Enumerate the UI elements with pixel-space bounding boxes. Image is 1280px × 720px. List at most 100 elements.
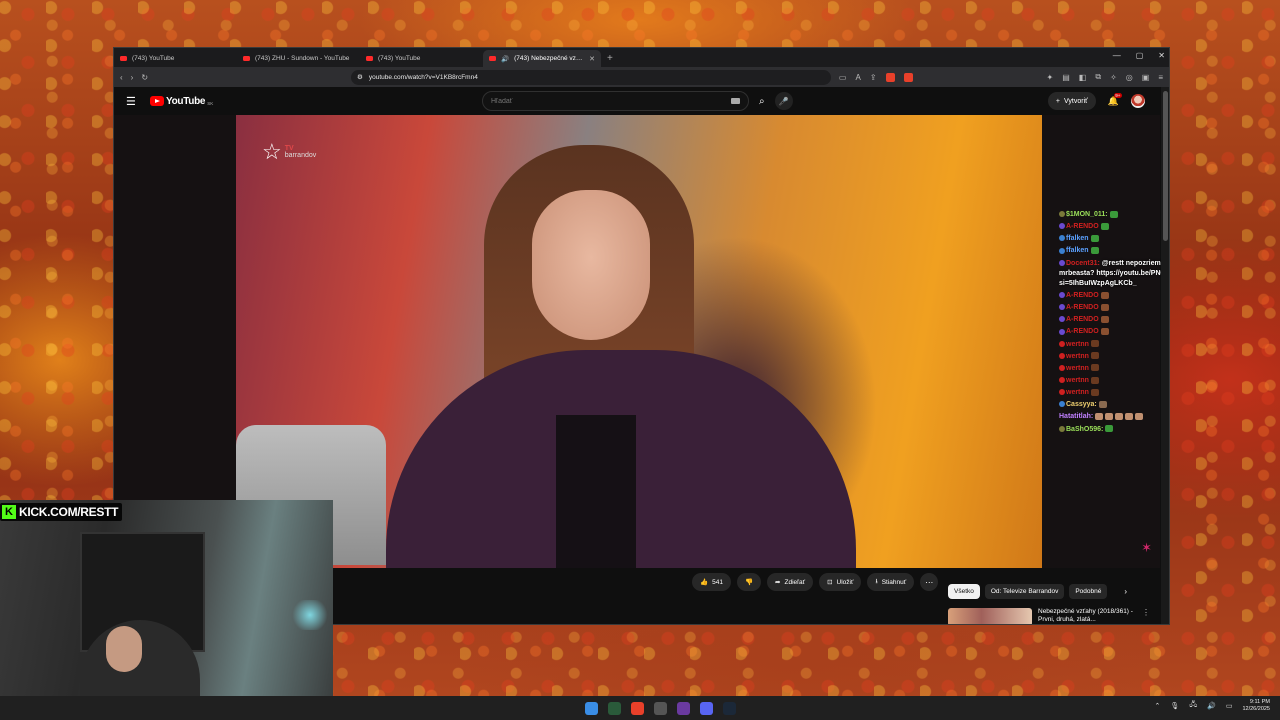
translate-icon[interactable]: A bbox=[855, 73, 860, 82]
vertical-more-icon[interactable]: ⋮ bbox=[1142, 608, 1150, 624]
download-label: Stiahnuť bbox=[881, 578, 907, 586]
screenshot-icon[interactable]: ⧉ bbox=[1095, 72, 1101, 82]
chat-username: ffalken bbox=[1066, 247, 1089, 255]
close-icon[interactable]: ✕ bbox=[1158, 51, 1165, 60]
clock[interactable]: 9:11 PM 12/26/2025 bbox=[1242, 699, 1270, 712]
youtube-favicon-icon bbox=[366, 56, 373, 61]
maximize-icon[interactable]: ▢ bbox=[1136, 51, 1144, 60]
chat-badge-icon bbox=[1059, 364, 1065, 371]
discord-app-icon[interactable] bbox=[699, 701, 713, 715]
chat-message: Docent31: @restt nepozrieme radšej novéh… bbox=[1059, 259, 1169, 291]
country-code: SK bbox=[207, 100, 214, 106]
chat-username: wertnn bbox=[1066, 376, 1089, 384]
extensions-icon[interactable]: ✦ bbox=[1047, 73, 1054, 82]
wallet-icon[interactable]: ▣ bbox=[1142, 73, 1150, 82]
bookmark-icon: ⊡ bbox=[827, 579, 833, 586]
search-input[interactable] bbox=[491, 97, 691, 105]
tab-youtube-1[interactable]: (743) YouTube bbox=[114, 50, 237, 67]
chat-message: A-RENDO bbox=[1059, 222, 1169, 234]
avatar[interactable] bbox=[1131, 94, 1145, 108]
chat-message: A-RENDO bbox=[1059, 303, 1169, 315]
toolbar-extensions: ▭ A ⇪ ✦ ▤ ◧ ⧉ ✧ ◎ ▣ ≡ bbox=[839, 72, 1163, 82]
obs-app-icon[interactable] bbox=[653, 701, 667, 715]
tab-active-video[interactable]: 🔊 (743) Nebezpečné vzťahy (20 ✕ bbox=[483, 50, 601, 67]
chat-emote-icon bbox=[1090, 364, 1099, 372]
tab-title: (743) Nebezpečné vzťahy (20 bbox=[514, 55, 584, 62]
scrollbar-thumb[interactable] bbox=[1163, 91, 1168, 241]
minimize-icon[interactable]: — bbox=[1113, 51, 1121, 60]
recommended-thumbnail[interactable] bbox=[948, 608, 1032, 624]
chat-message: wertnn bbox=[1059, 376, 1169, 388]
terminal-app-icon[interactable] bbox=[607, 701, 621, 715]
tray-chevron-icon[interactable]: ⌃ bbox=[1155, 702, 1161, 710]
brave-shields-icon[interactable] bbox=[885, 72, 895, 82]
chat-emote-icon bbox=[1135, 413, 1144, 421]
recommended-video[interactable]: Nebezpečné vzťahy (2018/361) - Prvni, dr… bbox=[948, 608, 1150, 624]
more-actions-button[interactable]: ⋯ bbox=[920, 573, 939, 591]
forward-icon[interactable]: › bbox=[131, 73, 134, 82]
webcam-lamp-glow bbox=[290, 600, 330, 630]
share-page-icon[interactable]: ⇪ bbox=[870, 73, 877, 82]
search-icon[interactable]: ⌕ bbox=[759, 96, 765, 107]
reading-list-icon[interactable]: ▤ bbox=[1062, 73, 1070, 82]
youtube-logo[interactable]: YouTube SK bbox=[150, 96, 213, 107]
download-button[interactable]: ⭳ Stiahnuť bbox=[867, 573, 915, 591]
tab-title: (743) YouTube bbox=[132, 55, 175, 62]
brave-browser-icon[interactable] bbox=[630, 701, 644, 715]
battery-icon[interactable]: ▭ bbox=[1226, 702, 1233, 710]
chat-username: Cassyya: bbox=[1066, 401, 1097, 409]
chevron-right-icon[interactable]: › bbox=[1124, 587, 1127, 596]
browser-menu-icon[interactable]: ≡ bbox=[1158, 73, 1163, 82]
window-controls: — ▢ ✕ bbox=[1113, 51, 1165, 60]
chip-related[interactable]: Podobné bbox=[1069, 584, 1108, 599]
plus-icon: + bbox=[1055, 97, 1061, 105]
back-icon[interactable]: ‹ bbox=[120, 73, 123, 82]
youtube-favicon-icon bbox=[489, 56, 496, 61]
chat-username: Docent31: bbox=[1066, 259, 1100, 267]
volume-icon[interactable]: 🔊 bbox=[1207, 702, 1216, 710]
page-scrollbar[interactable] bbox=[1161, 87, 1169, 624]
brave-rewards-icon[interactable] bbox=[903, 72, 913, 82]
chat-emote-icon bbox=[1090, 340, 1099, 348]
network-icon[interactable]: 🖧 bbox=[1189, 700, 1197, 711]
chip-channel[interactable]: Od: Televize Barrandov bbox=[984, 584, 1065, 599]
microphone-tray-icon[interactable]: 🎙 bbox=[1170, 702, 1179, 710]
cast-icon[interactable]: ▭ bbox=[839, 73, 847, 82]
youtube-wordmark: YouTube bbox=[166, 95, 206, 107]
notifications-bell-icon[interactable]: 🔔 9+ bbox=[1108, 92, 1122, 107]
dislike-button[interactable]: 👎 bbox=[736, 573, 762, 591]
share-button[interactable]: ➦ Zdieľať bbox=[767, 573, 814, 591]
chat-username: A-RENDO bbox=[1066, 223, 1099, 231]
address-bar[interactable]: ⚙ youtube.com/watch?v=V1KB8rcFmn4 bbox=[351, 69, 831, 85]
site-info-icon[interactable]: ⚙ bbox=[357, 73, 363, 81]
chat-emote-icon bbox=[1100, 315, 1109, 323]
microphone-icon[interactable]: 🎤 bbox=[774, 92, 793, 110]
like-button[interactable]: 👍 541 bbox=[692, 573, 731, 591]
keyboard-icon[interactable] bbox=[731, 98, 740, 104]
recommended-title[interactable]: Nebezpečné vzťahy (2018/361) - Prvni, dr… bbox=[1038, 608, 1136, 624]
webcam-streamer-head bbox=[106, 626, 142, 672]
tab-close-icon[interactable]: ✕ bbox=[589, 55, 595, 63]
reload-icon[interactable]: ↻ bbox=[141, 73, 148, 82]
create-button[interactable]: + Vytvoriť bbox=[1047, 92, 1096, 110]
premiere-app-icon[interactable] bbox=[676, 701, 690, 715]
save-button[interactable]: ⊡ Uložiť bbox=[819, 573, 862, 591]
video-player[interactable]: ☆ TV barrandov bbox=[236, 115, 1042, 568]
chat-emote-icon bbox=[1090, 376, 1099, 384]
create-label: Vytvoriť bbox=[1064, 97, 1088, 105]
chat-badge-icon bbox=[1059, 316, 1065, 323]
hamburger-menu-icon[interactable]: ☰ bbox=[126, 95, 140, 108]
chat-message: ffalken bbox=[1059, 246, 1169, 258]
steam-app-icon[interactable] bbox=[722, 701, 736, 715]
sidebar-icon[interactable]: ◧ bbox=[1079, 73, 1087, 82]
person-shirt bbox=[556, 415, 636, 568]
tab-youtube-2[interactable]: (743) YouTube bbox=[360, 50, 483, 67]
chip-all[interactable]: Všetko bbox=[948, 584, 980, 599]
leo-ai-icon[interactable]: ✧ bbox=[1110, 73, 1117, 82]
vpn-icon[interactable]: ◎ bbox=[1126, 73, 1133, 82]
chat-username: wertnn bbox=[1066, 364, 1089, 372]
chat-message: BaShO596: bbox=[1059, 425, 1169, 437]
new-tab-button[interactable]: + bbox=[601, 50, 619, 67]
tab-zhu-sundown[interactable]: (743) ZHU - Sundown - YouTube bbox=[237, 50, 360, 67]
windows-start-icon[interactable] bbox=[584, 701, 598, 715]
